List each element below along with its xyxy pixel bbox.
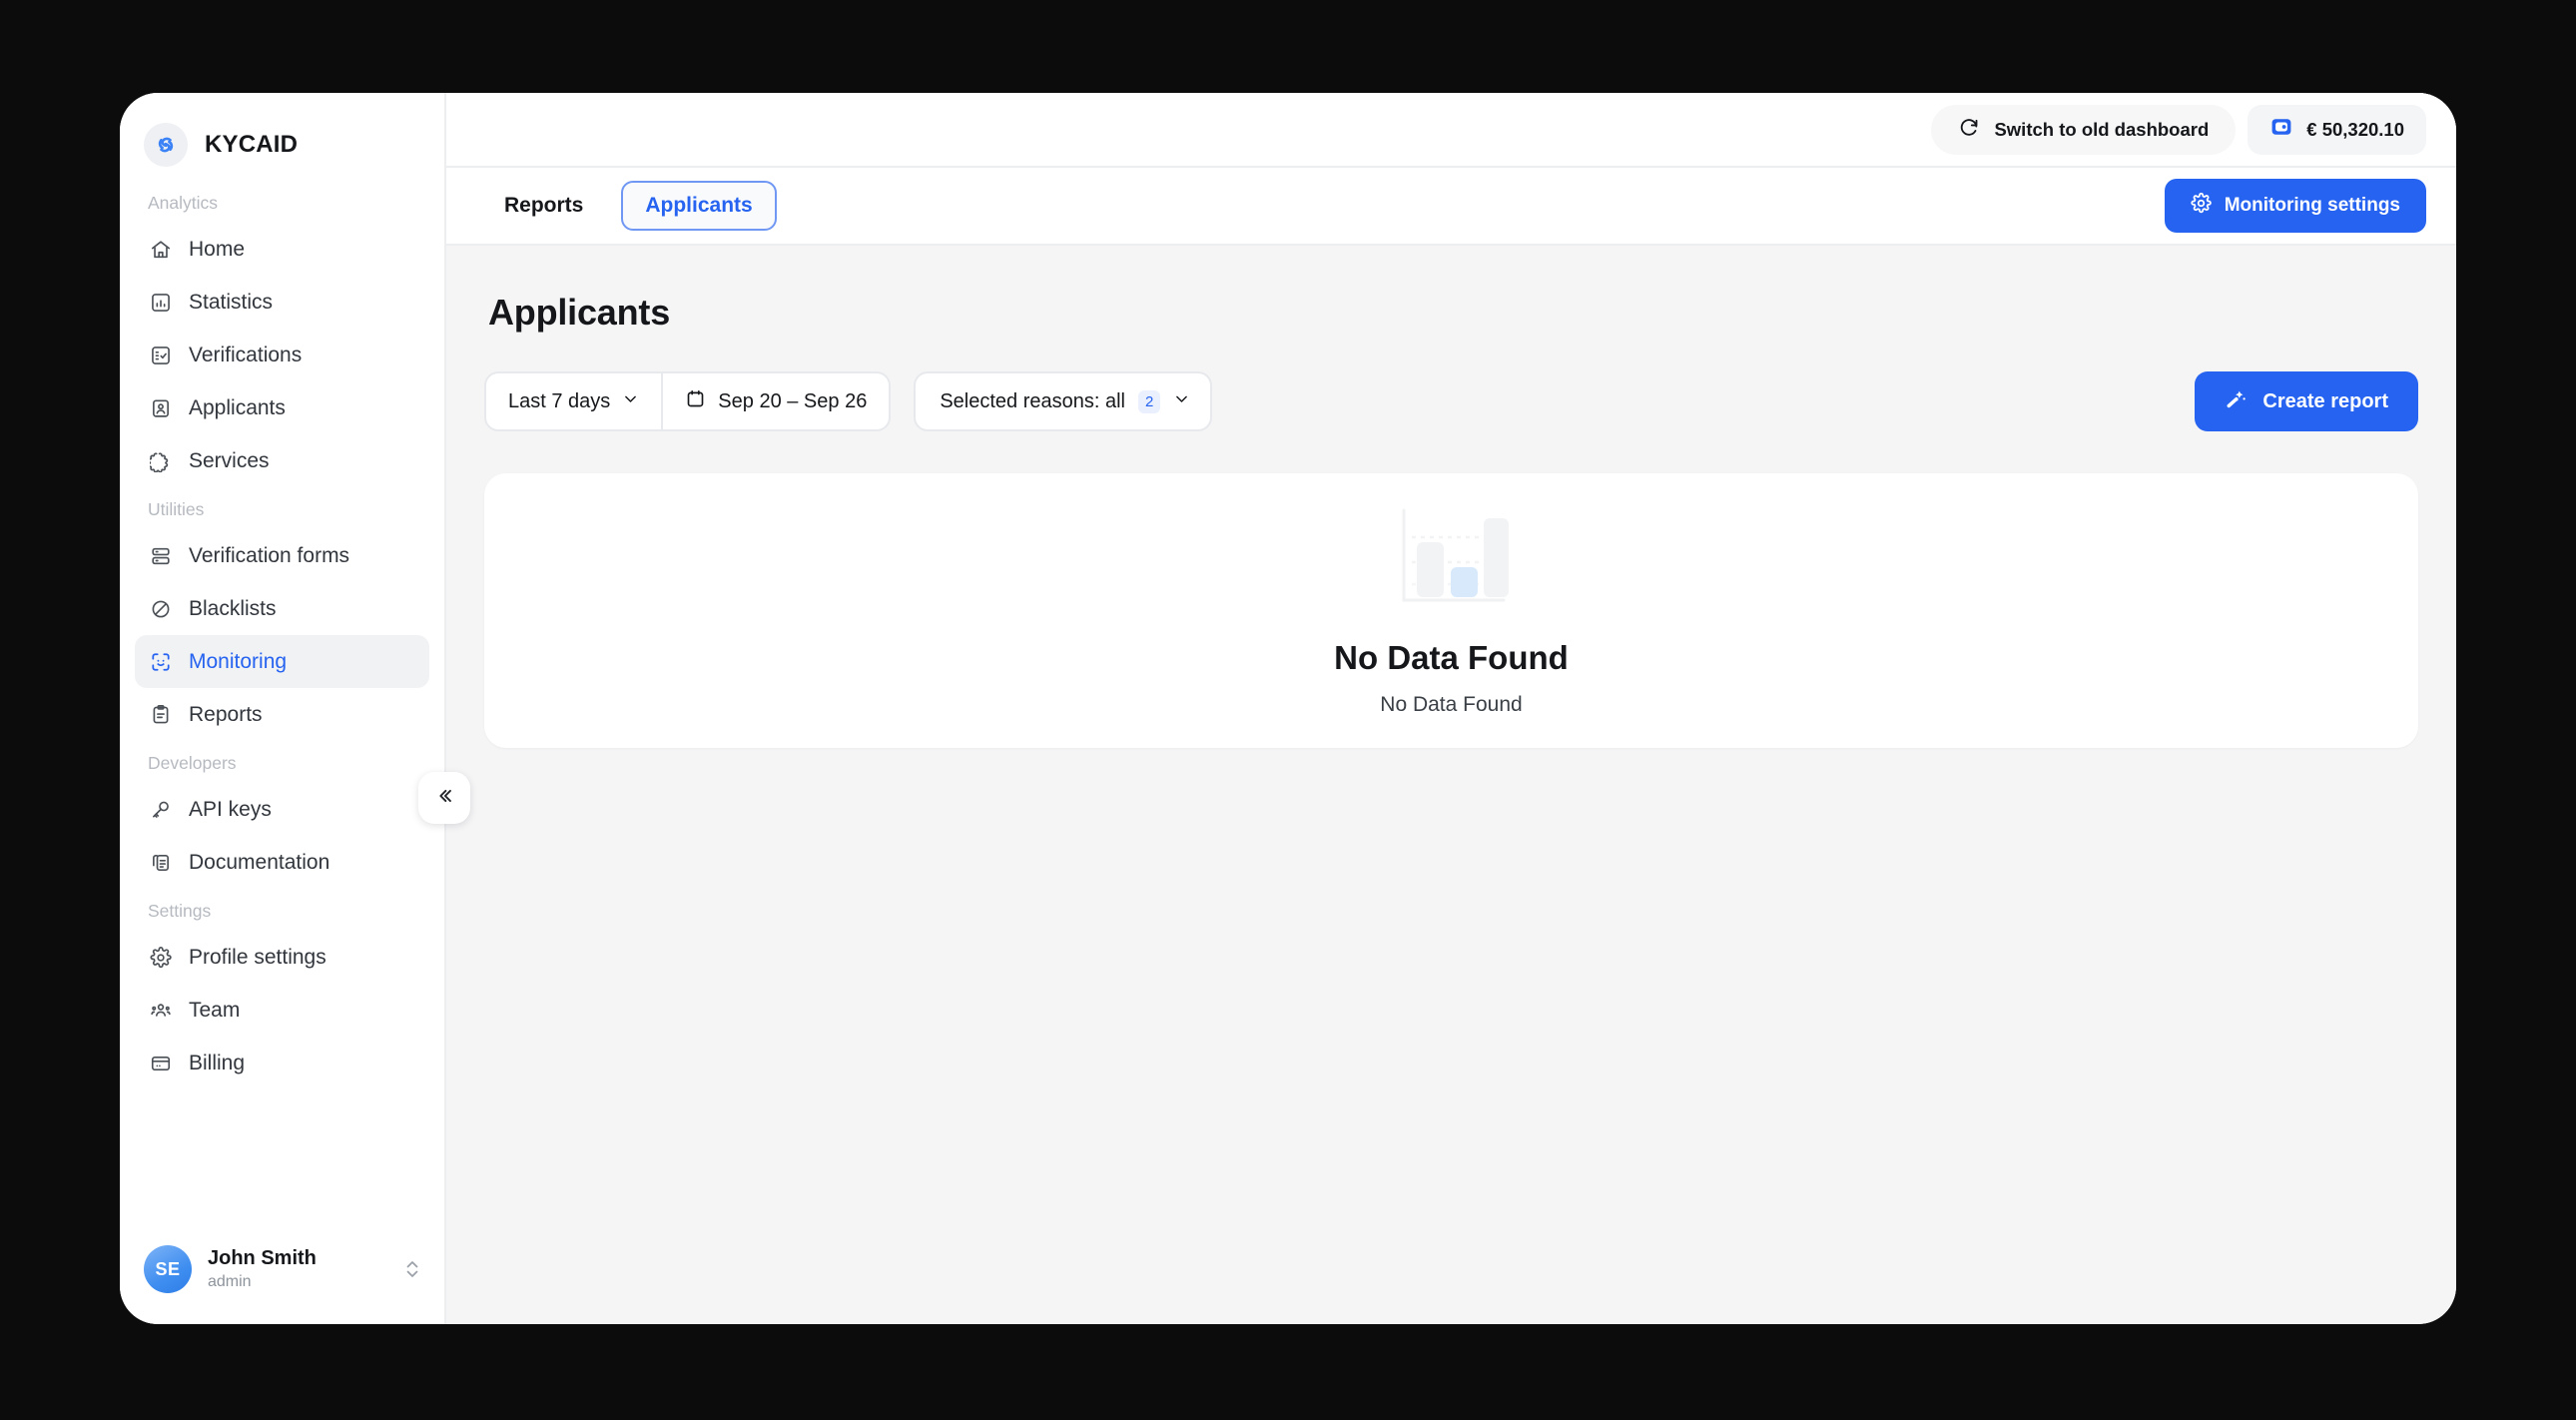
sidebar-collapse-button[interactable] [418,772,470,824]
sidebar-item-documentation[interactable]: Documentation [135,836,429,889]
team-people-icon [148,998,174,1024]
sidebar-item-applicants[interactable]: Applicants [135,381,429,434]
wallet-icon [2269,115,2293,144]
sidebar-item-label: Verification forms [189,544,349,568]
reasons-label: Selected reasons: all [940,390,1125,413]
monitoring-settings-button[interactable]: Monitoring settings [2165,179,2426,233]
chevron-down-icon [622,390,639,413]
avatar: SE [144,1245,192,1293]
reasons-select[interactable]: Selected reasons: all 2 [914,371,1212,431]
switch-to-old-dashboard-label: Switch to old dashboard [1994,119,2209,141]
empty-state-title: No Data Found [1334,639,1569,677]
forms-icon [148,543,174,569]
date-range-picker[interactable]: Sep 20 – Sep 26 [661,373,889,429]
range-preset-select[interactable]: Last 7 days [486,373,661,429]
sidebar-item-label: API keys [189,798,272,822]
sidebar-item-label: Documentation [189,851,329,875]
app-window: KYCAID Analytics Home [120,93,2456,1324]
applicants-icon [148,395,174,421]
profile-text: John Smith admin [208,1246,388,1292]
sidebar-item-api-keys[interactable]: API keys [135,783,429,836]
refresh-icon [1958,116,1980,143]
date-range-group: Last 7 days Sep 20 – Sep 26 [484,371,891,431]
sidebar-item-verification-forms[interactable]: Verification forms [135,529,429,582]
content: Applicants Last 7 days [446,246,2456,1324]
magic-wand-icon [2225,386,2249,416]
range-preset-label: Last 7 days [508,390,610,413]
sidebar-item-home[interactable]: Home [135,223,429,276]
brand-name: KYCAID [205,131,298,159]
sidebar-item-label: Billing [189,1052,245,1075]
kycaid-spiral-logo-icon [144,123,188,167]
nav-group-label-utilities: Utilities [120,487,444,529]
reasons-count-badge: 2 [1138,390,1160,413]
documentation-icon [148,850,174,876]
create-report-label: Create report [2262,390,2388,413]
sidebar-nav: Analytics Home Statistics [120,171,444,1214]
key-icon [148,797,174,823]
tabbar: Reports Applicants Monitoring settings [446,168,2456,246]
sidebar-item-label: Statistics [189,291,273,315]
page-title: Applicants [488,292,2418,334]
nav-group-label-settings: Settings [120,889,444,931]
sidebar-item-reports[interactable]: Reports [135,688,429,741]
calendar-icon [685,388,706,415]
sidebar-item-label: Monitoring [189,650,287,674]
brand[interactable]: KYCAID [120,93,444,171]
gear-icon [2191,193,2212,220]
sidebar-item-label: Home [189,238,245,262]
verifications-icon [148,343,174,368]
chevron-up-down-icon[interactable] [404,1256,420,1282]
sidebar-item-label: Team [189,999,240,1023]
sidebar-item-label: Profile settings [189,946,326,970]
balance-amount: € 50,320.10 [2306,119,2404,141]
monitoring-settings-label: Monitoring settings [2225,195,2400,217]
nav-group-label-developers: Developers [120,741,444,783]
sidebar-item-verifications[interactable]: Verifications [135,329,429,381]
tab-reports[interactable]: Reports [480,181,607,231]
sidebar: KYCAID Analytics Home [120,93,446,1324]
sidebar-item-team[interactable]: Team [135,984,429,1037]
sidebar-item-label: Verifications [189,344,302,367]
credit-card-icon [148,1051,174,1076]
profile-switcher[interactable]: SE John Smith admin [120,1214,444,1324]
tab-applicants[interactable]: Applicants [621,181,776,231]
empty-state-card: No Data Found No Data Found [484,473,2418,748]
services-puzzle-icon [148,448,174,474]
switch-to-old-dashboard-button[interactable]: Switch to old dashboard [1931,105,2236,155]
topbar: Switch to old dashboard € 50,320.10 [446,93,2456,168]
create-report-button[interactable]: Create report [2195,371,2418,431]
sidebar-item-statistics[interactable]: Statistics [135,276,429,329]
reports-clipboard-icon [148,702,174,728]
statistics-icon [148,290,174,316]
sidebar-item-billing[interactable]: Billing [135,1037,429,1089]
blacklist-ban-icon [148,596,174,622]
main-area: Switch to old dashboard € 50,320.10 Repo… [446,93,2456,1324]
balance-indicator[interactable]: € 50,320.10 [2248,105,2426,155]
filters-row: Last 7 days Sep 20 – Sep 26 [484,371,2418,431]
home-icon [148,237,174,263]
empty-bar-chart-illustration-icon [1392,504,1512,619]
sidebar-item-services[interactable]: Services [135,434,429,487]
profile-name: John Smith [208,1246,388,1272]
sidebar-item-blacklists[interactable]: Blacklists [135,582,429,635]
sidebar-item-label: Services [189,449,270,473]
empty-state-subtitle: No Data Found [1380,693,1522,717]
sidebar-item-profile-settings[interactable]: Profile settings [135,931,429,984]
nav-group-label-analytics: Analytics [120,181,444,223]
date-range-label: Sep 20 – Sep 26 [718,390,867,413]
sidebar-item-label: Applicants [189,396,286,420]
profile-role: admin [208,1272,388,1292]
monitoring-face-scan-icon [148,649,174,675]
gear-icon [148,945,174,971]
sidebar-item-monitoring[interactable]: Monitoring [135,635,429,688]
chevrons-left-icon [433,785,455,812]
chevron-down-icon [1173,390,1190,413]
sidebar-item-label: Blacklists [189,597,277,621]
sidebar-item-label: Reports [189,703,263,727]
